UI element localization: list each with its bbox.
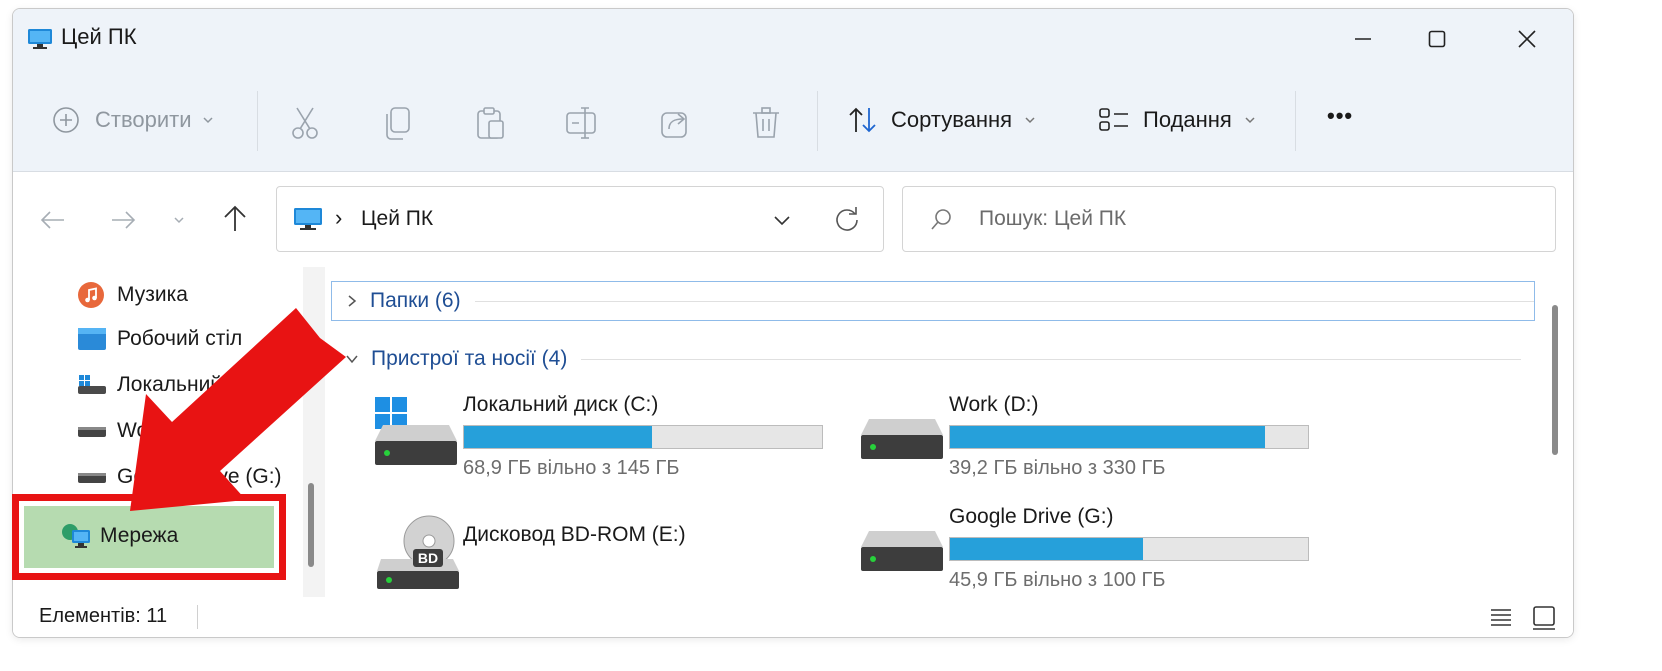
red-arrow-annotation (130, 308, 346, 511)
